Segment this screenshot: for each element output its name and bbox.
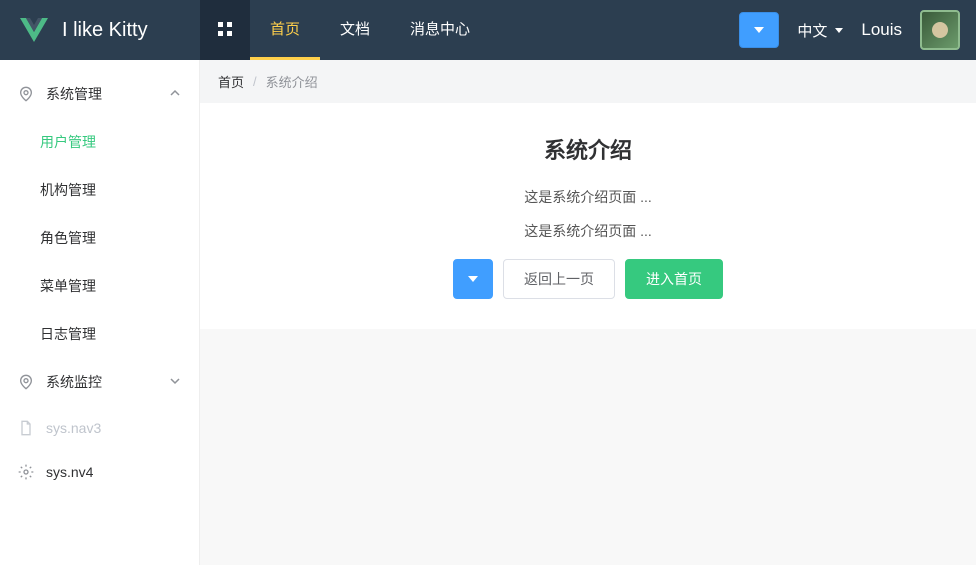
dropdown-button[interactable] [453,259,493,299]
sidebar-group-label: 系统监控 [46,372,102,392]
avatar[interactable] [920,10,960,50]
back-button[interactable]: 返回上一页 [503,259,615,299]
sidebar-item-org[interactable]: 机构管理 [0,166,199,214]
sidebar-item-logs[interactable]: 日志管理 [0,310,199,358]
page-title: 系统介绍 [220,133,956,165]
nav-tab-messages[interactable]: 消息中心 [390,0,490,60]
sidebar-item-roles[interactable]: 角色管理 [0,214,199,262]
location-icon [18,86,34,102]
language-label: 中文 [797,20,827,41]
intro-line-1: 这是系统介绍页面 ... [220,187,956,207]
chevron-up-icon [169,86,181,102]
chevron-down-icon [754,27,764,33]
breadcrumb: 首页 / 系统介绍 [200,60,976,103]
logo-text: I like Kitty [62,19,148,42]
sidebar-group-label: sys.nv4 [46,464,93,480]
breadcrumb-home[interactable]: 首页 [218,72,244,91]
apps-button[interactable] [200,0,250,60]
button-row: 返回上一页 进入首页 [220,259,956,299]
sidebar-group-nav3: sys.nav3 [0,406,199,450]
intro-line-2: 这是系统介绍页面 ... [220,221,956,241]
sidebar-group-label: 系统管理 [46,84,102,104]
sidebar-item-menu[interactable]: 菜单管理 [0,262,199,310]
breadcrumb-separator: / [253,74,257,89]
sidebar-group-monitor[interactable]: 系统监控 [0,358,199,406]
sidebar: 系统管理 用户管理 机构管理 角色管理 菜单管理 日志管理 系统监控 [0,60,200,565]
content: 系统介绍 这是系统介绍页面 ... 这是系统介绍页面 ... 返回上一页 进入首… [200,103,976,329]
sidebar-submenu-system: 用户管理 机构管理 角色管理 菜单管理 日志管理 [0,118,199,358]
sidebar-item-users[interactable]: 用户管理 [0,118,199,166]
chevron-down-icon [835,28,843,33]
nav-tabs: 首页 文档 消息中心 [250,0,490,60]
nav-tab-docs[interactable]: 文档 [320,0,390,60]
chevron-down-icon [468,276,478,282]
theme-dropdown-button[interactable] [739,12,779,48]
language-selector[interactable]: 中文 [797,20,843,41]
chevron-down-icon [169,374,181,390]
document-icon [18,420,34,436]
main: 首页 / 系统介绍 系统介绍 这是系统介绍页面 ... 这是系统介绍页面 ...… [200,60,976,565]
header: I like Kitty 首页 文档 消息中心 中文 Louis [0,0,976,60]
logo-area[interactable]: I like Kitty [0,14,200,46]
location-icon [18,374,34,390]
sidebar-group-label: sys.nav3 [46,420,101,436]
vue-logo-icon [18,14,50,46]
settings-icon [18,464,34,480]
username: Louis [861,20,902,40]
grid-icon [217,21,233,40]
breadcrumb-current: 系统介绍 [266,72,318,91]
header-right: 中文 Louis [739,10,976,50]
sidebar-group-nav4[interactable]: sys.nv4 [0,450,199,494]
sidebar-group-system[interactable]: 系统管理 [0,70,199,118]
nav-tab-home[interactable]: 首页 [250,0,320,60]
home-button[interactable]: 进入首页 [625,259,723,299]
